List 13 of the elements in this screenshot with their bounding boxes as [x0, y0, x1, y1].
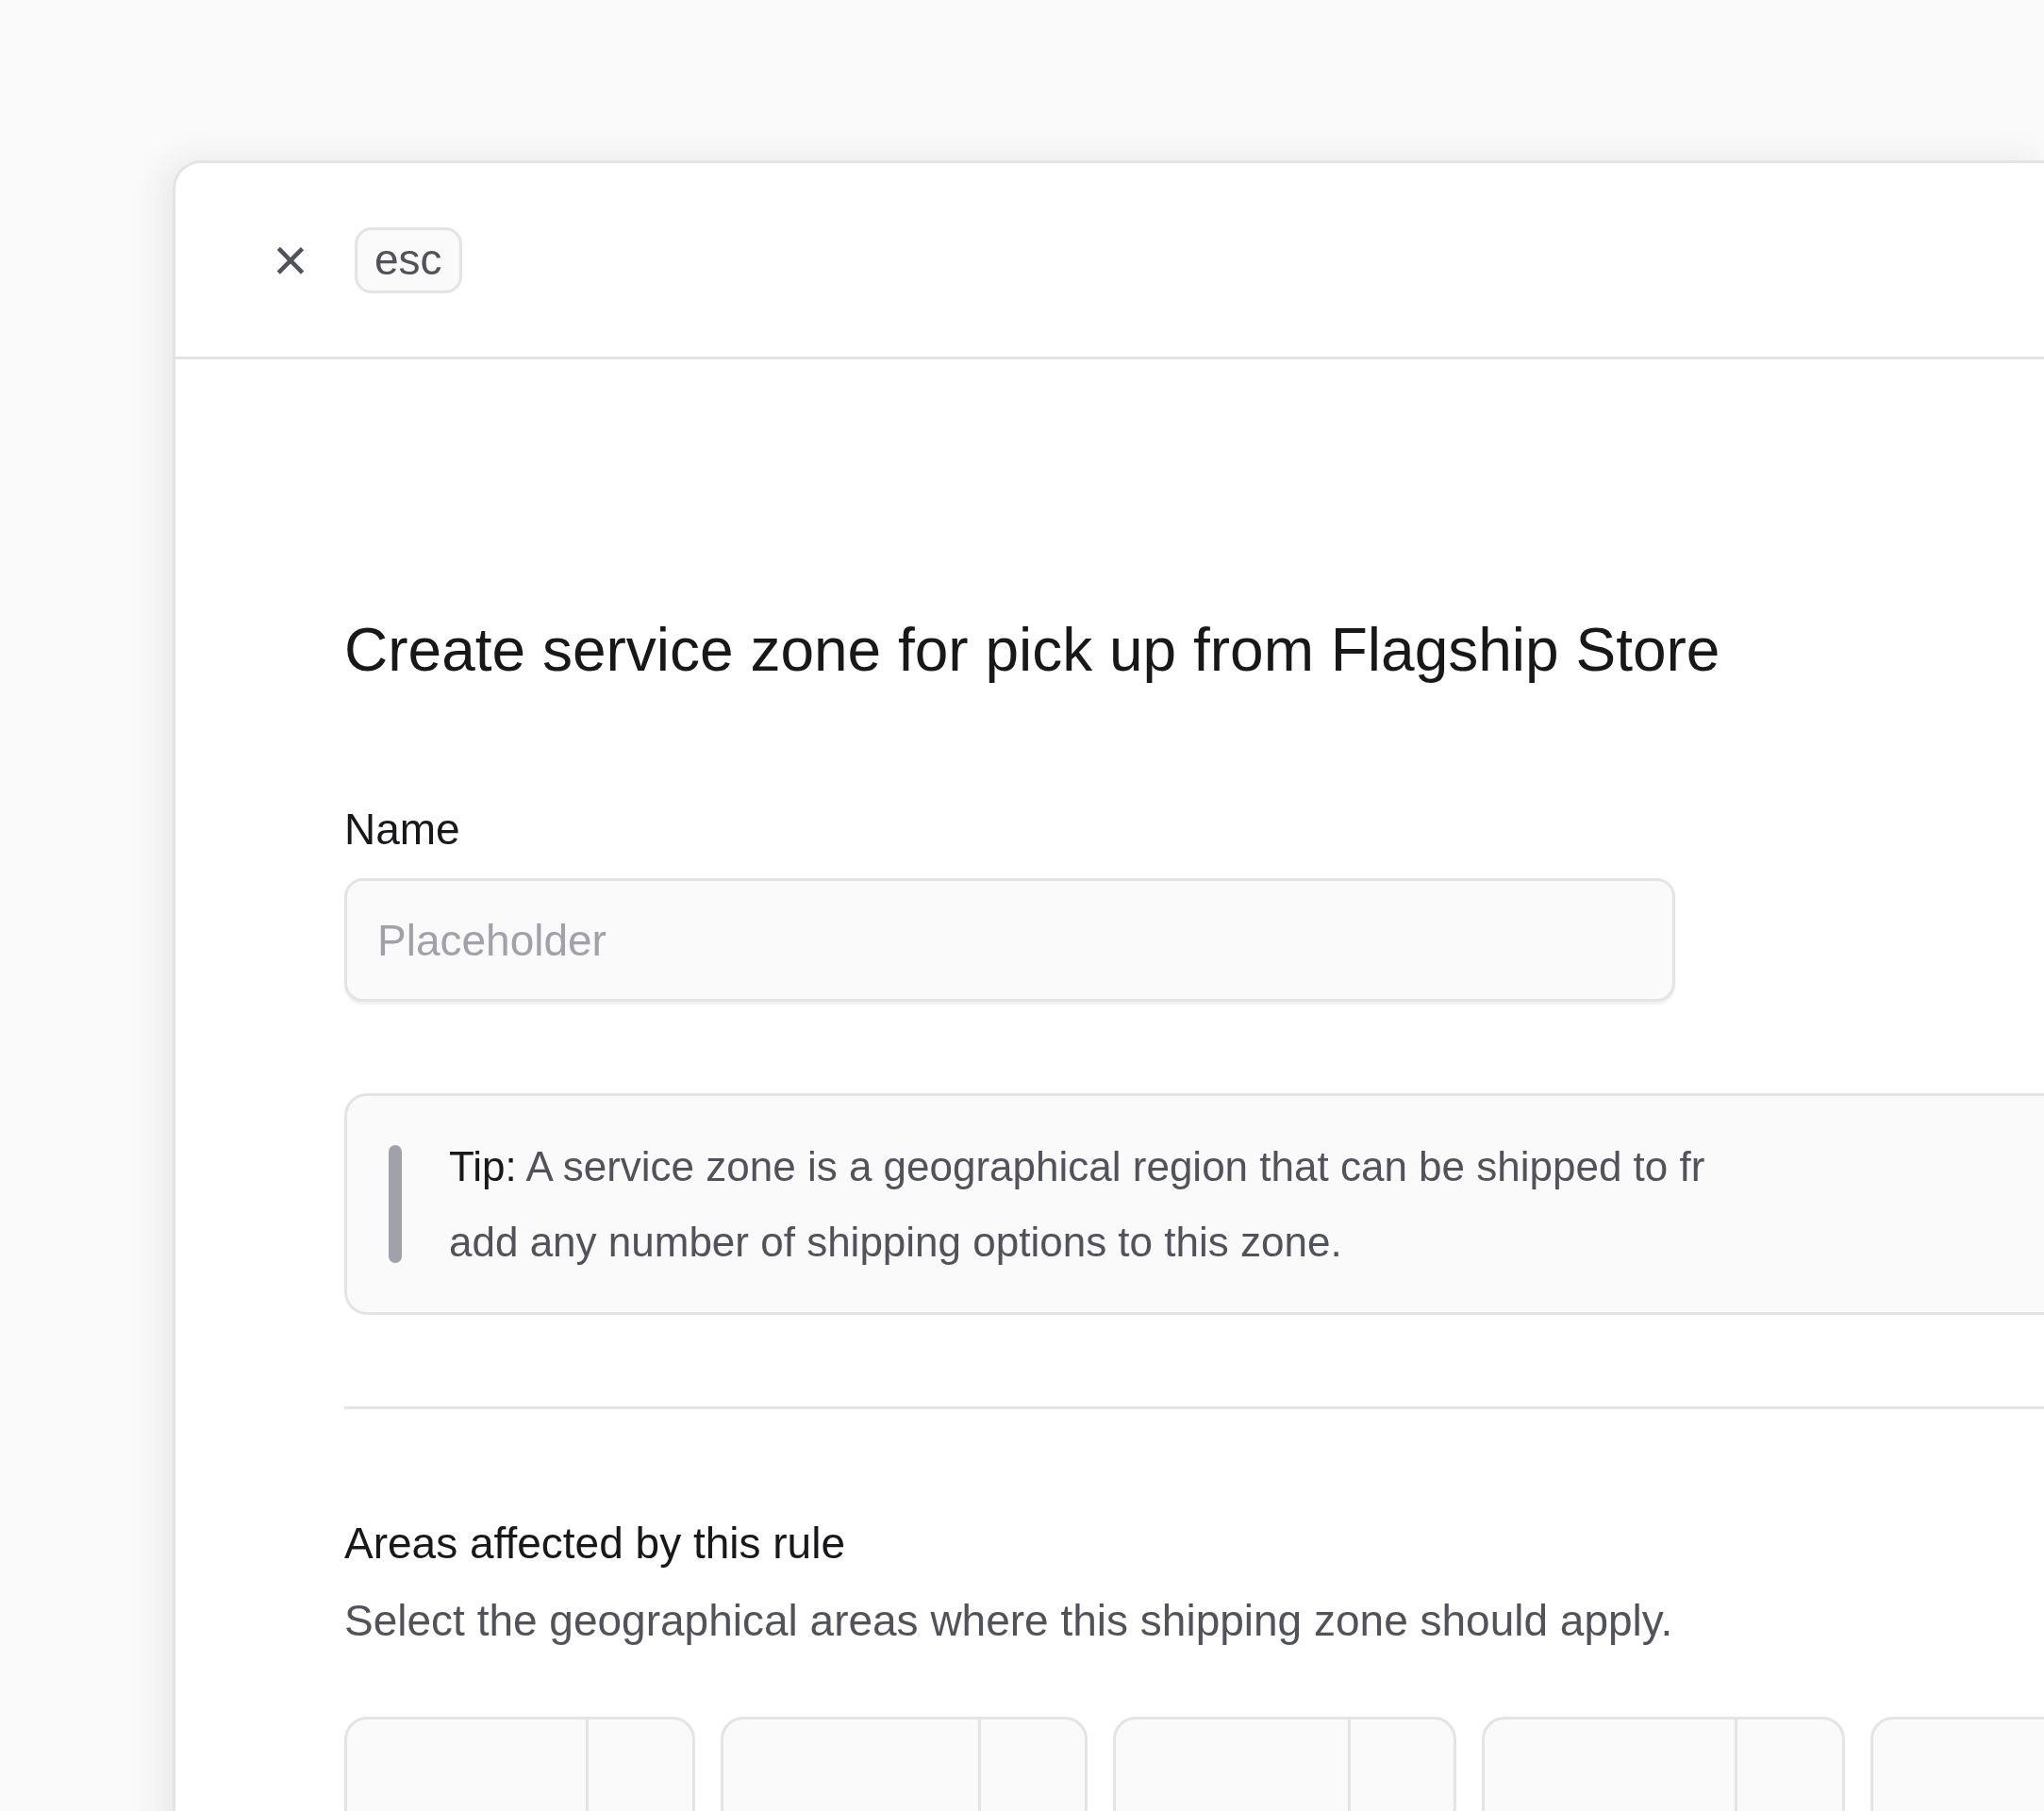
tip-text: Tip: A service zone is a geographical region that can be shipped to fr: [449, 1141, 1705, 1191]
area-select[interactable]: [344, 1717, 695, 1811]
area-select[interactable]: [1482, 1717, 1845, 1811]
area-select[interactable]: [1113, 1717, 1456, 1811]
modal-title: Create service zone for pick up from Flagship Store: [344, 615, 1721, 686]
area-select[interactable]: [721, 1717, 1088, 1811]
section-description: Select the geographical areas where this shipping zone should apply.: [344, 1595, 1674, 1647]
field-label: Name: [344, 804, 461, 856]
tip-text: add any number of shipping options to this zone.: [449, 1217, 1343, 1267]
esc-key-hint: esc: [355, 226, 462, 293]
name-input[interactable]: Placeholder: [344, 878, 1675, 1002]
close-button[interactable]: ×: [268, 237, 313, 283]
section-title: Areas affected by this rule: [344, 1518, 846, 1570]
